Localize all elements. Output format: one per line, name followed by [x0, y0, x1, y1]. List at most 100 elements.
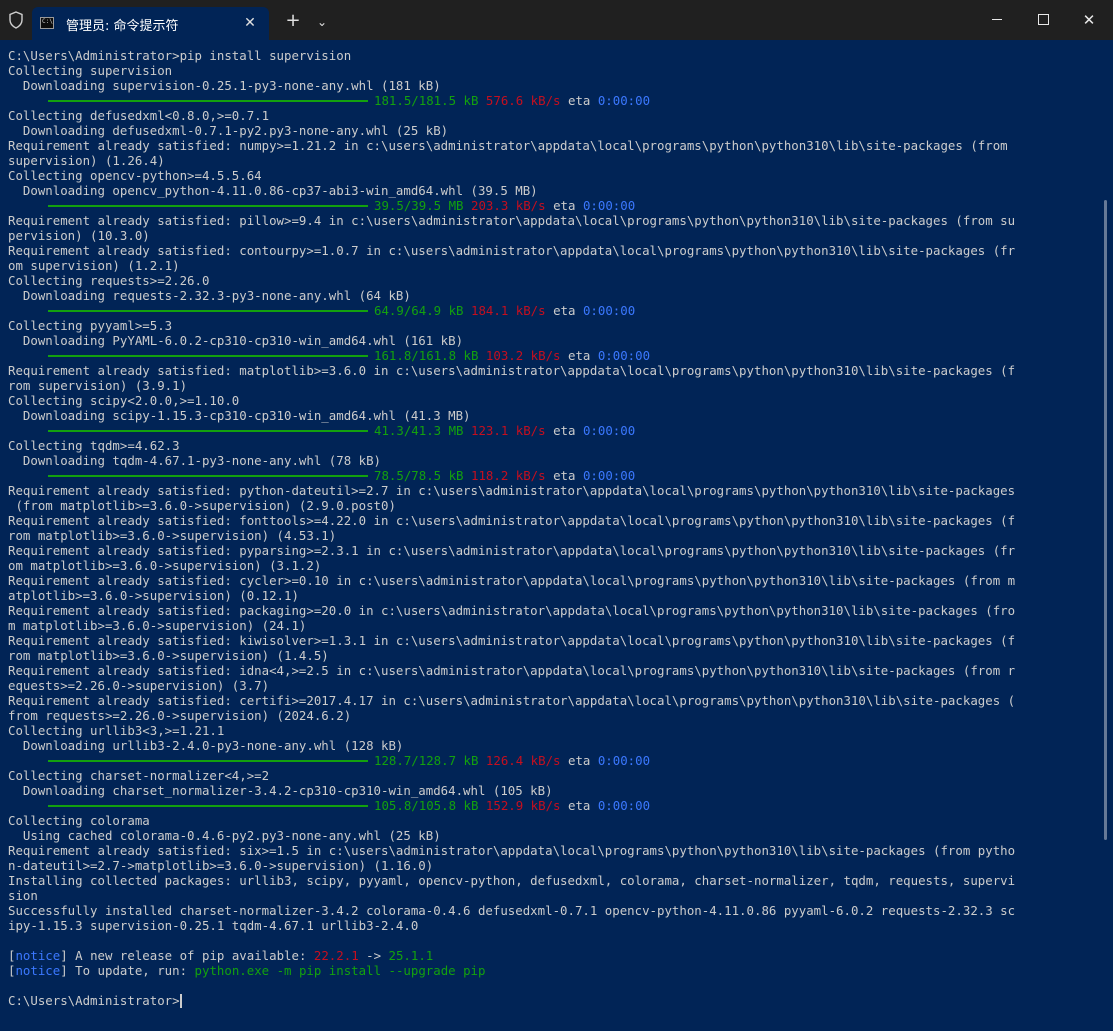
close-icon[interactable]: ✕ — [240, 13, 260, 33]
console-line: Collecting opencv-python>=4.5.5.64 — [8, 168, 262, 183]
console-line: ipy-1.15.3 supervision-0.25.1 tqdm-4.67.… — [8, 918, 419, 933]
console-line: C:\Users\Administrator>pip install super… — [8, 48, 352, 63]
progress-line: 105.8/105.8 kB 152.9 kB/s eta 0:00:00 — [8, 798, 1015, 813]
progress-line: 181.5/181.5 kB 576.6 kB/s eta 0:00:00 — [8, 93, 1015, 108]
download-speed: 103.2 kB/s — [485, 348, 561, 363]
console-line: Downloading defusedxml-0.7.1-py2.py3-non… — [8, 123, 449, 138]
progress-line: 78.5/78.5 kB 118.2 kB/s eta 0:00:00 — [8, 468, 1015, 483]
tab-title: 管理员: 命令提示符 — [66, 19, 179, 34]
eta-value: 0:00:00 — [582, 198, 636, 213]
progress-amount: 128.7/128.7 kB — [374, 753, 479, 768]
tab-command-prompt[interactable]: C:\ 管理员: 命令提示符 ✕ — [32, 7, 269, 40]
progress-line: 128.7/128.7 kB 126.4 kB/s eta 0:00:00 — [8, 753, 1015, 768]
console-line: Collecting charset-normalizer<4,>=2 — [8, 768, 270, 783]
scrollbar[interactable] — [1104, 200, 1107, 840]
console-line: Collecting requests>=2.26.0 — [8, 273, 210, 288]
console-line: om supervision) (1.2.1) — [8, 258, 180, 273]
console-line: Collecting tqdm>=4.62.3 — [8, 438, 180, 453]
progress-amount: 78.5/78.5 kB — [374, 468, 464, 483]
download-speed: 203.3 kB/s — [471, 198, 546, 213]
console-line: Requirement already satisfied: certifi>=… — [8, 693, 1016, 708]
console-line: Requirement already satisfied: idna<4,>=… — [8, 663, 1016, 678]
plus-icon[interactable]: + — [281, 10, 305, 34]
eta-label: eta — [567, 798, 591, 813]
console-line: m matplotlib>=3.6.0->supervision) (24.1) — [8, 618, 307, 633]
eta-value: 0:00:00 — [597, 93, 651, 108]
text-cursor — [179, 993, 182, 1008]
progress-bar — [48, 354, 368, 357]
console-line: Successfully installed charset-normalize… — [8, 903, 1016, 918]
progress-bar — [48, 474, 368, 477]
console-line: Collecting colorama — [8, 813, 150, 828]
eta-value: 0:00:00 — [597, 753, 651, 768]
progress-bar — [48, 759, 368, 762]
console-line: Downloading tqdm-4.67.1-py3-none-any.whl… — [8, 453, 381, 468]
console-line: Requirement already satisfied: numpy>=1.… — [8, 138, 1008, 153]
progress-line: 39.5/39.5 MB 203.3 kB/s eta 0:00:00 — [8, 198, 1015, 213]
console-line: Downloading scipy-1.15.3-cp310-cp310-win… — [8, 408, 471, 423]
console-line: Downloading urllib3-2.4.0-py3-none-any.w… — [8, 738, 404, 753]
progress-bar — [48, 309, 368, 312]
progress-bar — [48, 204, 368, 207]
console-line: Using cached colorama-0.4.6-py2.py3-none… — [8, 828, 441, 843]
console-line: Installing collected packages: urllib3, … — [8, 873, 1016, 888]
console-line: Requirement already satisfied: fonttools… — [8, 513, 1016, 528]
console-line: Requirement already satisfied: pillow>=9… — [8, 213, 1016, 228]
upgrade-command: python.exe -m pip install --upgrade pip — [194, 963, 486, 978]
new-version: 25.1.1 — [388, 948, 434, 963]
terminal-icon: C:\ — [40, 17, 54, 29]
console-line: Downloading opencv_python-4.11.0.86-cp37… — [8, 183, 538, 198]
console-line: Requirement already satisfied: six>=1.5 … — [8, 843, 1016, 858]
progress-line: 41.3/41.3 MB 123.1 kB/s eta 0:00:00 — [8, 423, 1015, 438]
console-line: Downloading supervision-0.25.1-py3-none-… — [8, 78, 441, 93]
progress-amount: 39.5/39.5 MB — [374, 198, 464, 213]
eta-value: 0:00:00 — [582, 468, 636, 483]
eta-value: 0:00:00 — [582, 303, 636, 318]
console-line: Downloading PyYAML-6.0.2-cp310-cp310-win… — [8, 333, 464, 348]
download-speed: 123.1 kB/s — [471, 423, 546, 438]
notice-line: [notice] To update, run: python.exe -m p… — [8, 963, 486, 978]
console-line: equests>=2.26.0->supervision) (3.7) — [8, 678, 270, 693]
console-line: Collecting defusedxml<0.8.0,>=0.7.1 — [8, 108, 270, 123]
download-speed: 576.6 kB/s — [485, 93, 561, 108]
minimize-icon[interactable] — [974, 0, 1020, 40]
eta-value: 0:00:00 — [597, 798, 651, 813]
progress-amount: 161.8/161.8 kB — [374, 348, 479, 363]
shield-icon — [9, 11, 23, 29]
title-bar: C:\ 管理员: 命令提示符 ✕ + ⌄ ✕ — [0, 0, 1113, 40]
chevron-down-icon[interactable]: ⌄ — [310, 10, 334, 34]
download-speed: 118.2 kB/s — [471, 468, 546, 483]
console-line: supervision) (1.26.4) — [8, 153, 165, 168]
progress-bar — [48, 99, 368, 102]
console-line: atplotlib>=3.6.0->supervision) (0.12.1) — [8, 588, 299, 603]
console-line: Requirement already satisfied: contourpy… — [8, 243, 1016, 258]
console-line: Collecting urllib3<3,>=1.21.1 — [8, 723, 225, 738]
console-line: Requirement already satisfied: packaging… — [8, 603, 1016, 618]
eta-label: eta — [553, 198, 576, 213]
console-line: sion — [8, 888, 38, 903]
prompt: C:\Users\Administrator> — [8, 993, 180, 1008]
eta-label: eta — [553, 423, 576, 438]
eta-label: eta — [553, 303, 576, 318]
console-line: rom matplotlib>=3.6.0->supervision) (1.4… — [8, 648, 329, 663]
progress-bar — [48, 429, 368, 432]
console-output: C:\Users\Administrator>pip install super… — [8, 48, 1015, 1008]
console-line: Collecting supervision — [8, 63, 173, 78]
notice-tag: notice — [15, 948, 61, 963]
close-window-icon[interactable]: ✕ — [1066, 0, 1112, 40]
progress-amount: 105.8/105.8 kB — [374, 798, 479, 813]
eta-label: eta — [553, 468, 576, 483]
console-line: om matplotlib>=3.6.0->supervision) (3.1.… — [8, 558, 322, 573]
console-area[interactable]: C:\Users\Administrator>pip install super… — [0, 40, 1113, 1031]
notice-line: [notice] A new release of pip available:… — [8, 948, 434, 963]
progress-line: 161.8/161.8 kB 103.2 kB/s eta 0:00:00 — [8, 348, 1015, 363]
maximize-icon[interactable] — [1020, 0, 1066, 40]
console-line: Downloading charset_normalizer-3.4.2-cp3… — [8, 783, 553, 798]
download-speed: 184.1 kB/s — [471, 303, 546, 318]
console-line: rom matplotlib>=3.6.0->supervision) (4.5… — [8, 528, 337, 543]
eta-label: eta — [567, 753, 591, 768]
console-line: (from matplotlib>=3.6.0->supervision) (2… — [8, 498, 396, 513]
notice-text: A new release of pip available: — [67, 948, 314, 963]
